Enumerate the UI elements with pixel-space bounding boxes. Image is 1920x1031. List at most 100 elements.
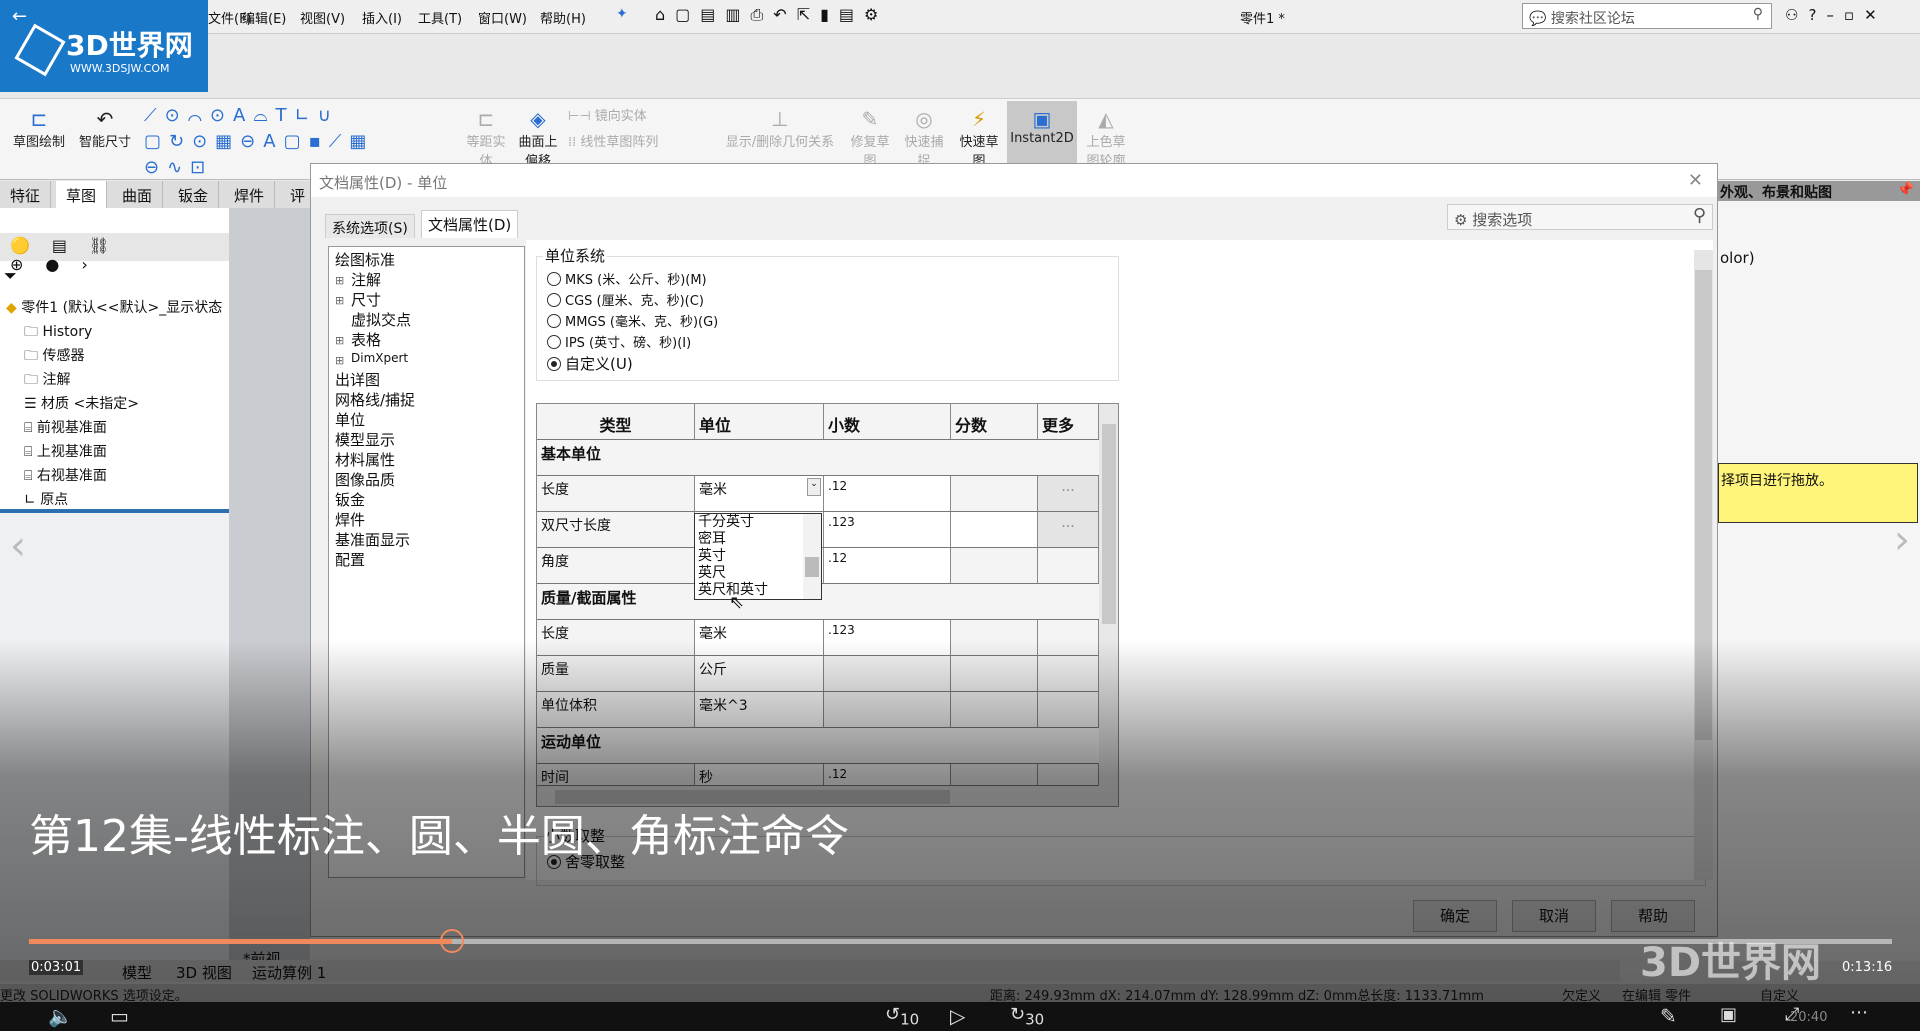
pin-icon[interactable]: ✦ [616,6,628,22]
offset-entities-button[interactable]: ⊏ 等距实体 [462,107,510,169]
volume-icon[interactable]: 🔈 [48,1004,73,1028]
table-vertical-scrollbar[interactable] [1099,404,1118,786]
filter-icon[interactable]: ⏷ [4,266,17,286]
volume-unit-select[interactable]: 毫米^3 [695,692,824,728]
tab-model[interactable]: 模型 [122,962,152,983]
close-icon[interactable]: ✕ [1688,170,1703,191]
tree-tables[interactable]: 表格 [351,329,381,350]
dual-length-fraction[interactable] [951,512,1038,548]
scrollbar-thumb[interactable] [1102,424,1116,624]
sketch-button[interactable]: ⊏ 草图绘制 [8,107,70,150]
video-progress-knob[interactable] [439,929,464,953]
radio-cgs[interactable]: CGS (厘米、克、秒)(C) [547,290,704,309]
dual-length-more-button[interactable]: ... [1038,512,1099,548]
tree-detailing[interactable]: 出详图 [335,369,380,390]
tree-dimxpert[interactable]: DimXpert [351,351,408,365]
radio-ips[interactable]: IPS (英寸、磅、秒)(I) [547,332,691,351]
cancel-button[interactable]: 取消 [1512,900,1596,932]
tree-item-sensors[interactable]: 🗀 传感器 [24,345,84,369]
chevron-right-icon[interactable]: › [1894,517,1910,563]
captions-icon[interactable]: ▭ [110,1004,129,1028]
tab-document-properties[interactable]: 文档属性(D) [421,210,519,238]
tab-weldments[interactable]: 焊件 [224,181,276,208]
tab-system-options[interactable]: 系统选项(S) [325,214,415,238]
tree-item-history[interactable]: 🗀 History [24,321,92,345]
pin-icon[interactable]: 📌 [1897,182,1914,198]
video-progress-bar[interactable] [29,929,1892,953]
length-more-button[interactable]: ... [1038,476,1099,512]
rapid-sketch-button[interactable]: ⚡ 快速草图 [955,107,1003,169]
tree-item-front-plane[interactable]: ⌸ 前视基准面 [24,417,107,437]
unit-dropdown-list[interactable]: 千分英寸 密耳 英寸 英尺 英尺和英寸 [694,513,822,600]
tree-drafting-standard[interactable]: 绘图标准 [335,249,395,270]
tree-dimensions[interactable]: 尺寸 [351,289,381,310]
back-arrow-icon[interactable]: ← [12,6,27,27]
tab-motion-study[interactable]: 运动算例 1 [252,962,326,983]
length-unit-select[interactable]: 毫米 ⌄ [695,476,824,512]
tree-annotations[interactable]: 注解 [351,269,381,290]
scrollbar-thumb[interactable] [805,557,819,577]
radio-mks[interactable]: MKS (米、公斤、秒)(M) [547,269,707,288]
tree-sheet-metal[interactable]: 钣金 [335,489,365,510]
menu-window[interactable]: 窗口(W) [478,8,527,27]
length-fraction[interactable] [951,476,1038,512]
tree-model-display[interactable]: 模型显示 [335,429,395,450]
relations-button[interactable]: ⊥ 显示/删除几何关系 [720,107,840,150]
community-search-input[interactable]: 💬 搜索社区论坛 ⚲ [1522,3,1772,29]
chevron-down-icon[interactable]: ⌄ [807,478,821,496]
more-icon[interactable]: ⋯ [1850,1002,1868,1023]
mirror-entities-button[interactable]: ⊢⊣ 镜向实体 [568,105,647,124]
search-icon[interactable]: ⚲ [1753,6,1763,22]
tree-virtual-sharps[interactable]: 虚拟交点 [351,309,411,330]
smart-dimension-button[interactable]: ↶ 智能尺寸 [74,107,136,150]
linear-pattern-button[interactable]: ⁞⁞ 线性草图阵列 [568,131,658,150]
ok-button[interactable]: 确定 [1413,900,1497,932]
dropdown-scrollbar[interactable] [803,514,821,599]
play-icon[interactable]: ▷ [950,1004,965,1028]
menu-tools[interactable]: 工具(T) [418,8,462,27]
tree-item-top-plane[interactable]: ⌸ 上视基准面 [24,441,107,461]
tree-material-properties[interactable]: 材料属性 [335,449,395,470]
mass-length-unit-select[interactable]: 毫米 [695,620,824,656]
miniplayer-icon[interactable]: ▣ [1720,1004,1737,1025]
tree-item-material[interactable]: ☰ 材质 <未指定> [24,393,139,413]
offset-on-surface-button[interactable]: ◈ 曲面上偏移 [514,107,562,169]
tab-sheet-metal[interactable]: 钣金 [168,181,220,208]
mass-length-decimal[interactable]: .123 [824,620,951,656]
tree-plane-display[interactable]: 基准面显示 [335,529,410,550]
rewind-icon[interactable]: ↺10 [885,1004,919,1029]
panel-tab-icons[interactable]: 🟡▤⛓⊕●› [0,233,229,274]
menu-edit[interactable]: 编辑(E) [242,8,286,27]
repair-sketch-button[interactable]: ✎ 修复草图 [846,107,894,169]
tab-sketch[interactable]: 草图 [56,181,108,208]
tree-units[interactable]: 单位 [335,409,365,430]
menu-view[interactable]: 视图(V) [300,8,345,27]
quick-access-icons[interactable]: ⌂▢▤▥⎙↶⇱▮▤⚙ [655,5,888,25]
dual-length-decimal[interactable]: .123 [824,512,951,548]
menu-insert[interactable]: 插入(I) [362,8,402,27]
mass-unit-select[interactable]: 公斤 [695,656,824,692]
tree-item-annotations[interactable]: 🗀 注解 [24,369,70,393]
tree-item-right-plane[interactable]: ⌸ 右视基准面 [24,465,107,485]
tree-root-part[interactable]: ◆ 零件1 (默认<<默认>_显示状态 [6,297,222,317]
menu-help[interactable]: 帮助(H) [540,8,586,27]
length-decimal[interactable]: .12 [824,476,951,512]
expand-icons[interactable]: ⊞ ⊞ ⊞ ⊞ [335,271,344,371]
quick-snaps-button[interactable]: ◎ 快速捕捉 [900,107,948,169]
forward-icon[interactable]: ↻30 [1010,1004,1044,1029]
time-unit-select[interactable]: 秒 [695,764,824,786]
window-controls[interactable]: ⚇?–▫✕ [1785,6,1887,24]
tab-features[interactable]: 特征 [0,181,52,208]
tree-item-origin[interactable]: ∟ 原点 [24,489,68,509]
search-icon[interactable]: ⚲ [1693,205,1706,226]
tab-3d-view[interactable]: 3D 视图 [176,962,232,983]
time-decimal[interactable]: .12 [824,764,951,786]
radio-mmgs[interactable]: MMGS (毫米、克、秒)(G) [547,311,718,330]
shaded-sketch-button[interactable]: ◭ 上色草图轮廓 [1082,107,1130,169]
scrollbar-thumb[interactable] [1695,270,1712,740]
options-vertical-scrollbar[interactable] [1694,250,1713,880]
tree-grid-snap[interactable]: 网格线/捕捉 [335,389,415,410]
tree-configurations[interactable]: 配置 [335,549,365,570]
pen-icon[interactable]: ✎ [1660,1004,1677,1028]
angle-decimal[interactable]: .12 [824,548,951,584]
